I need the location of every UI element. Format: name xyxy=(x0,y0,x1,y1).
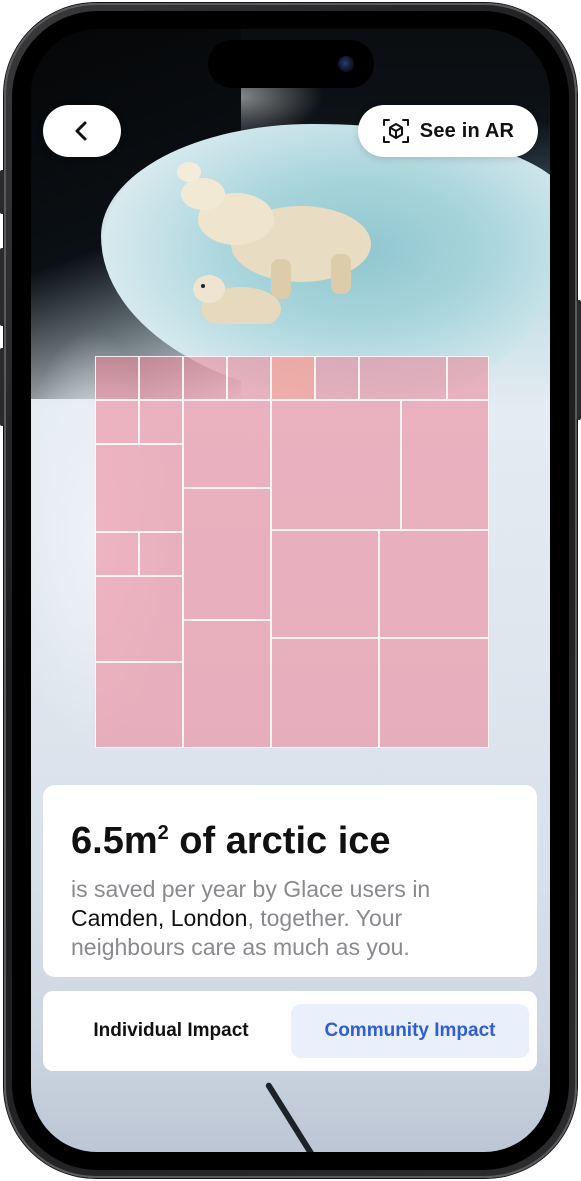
grid-cell xyxy=(271,530,379,638)
volume-up-button xyxy=(0,248,4,326)
grid-cell xyxy=(183,400,271,488)
grid-cell xyxy=(227,356,271,400)
grid-cell xyxy=(95,444,183,532)
grid-cell xyxy=(379,530,489,638)
power-button xyxy=(577,300,581,420)
dynamic-island xyxy=(208,40,374,88)
impact-desc-prefix: is saved per year by Glace users in xyxy=(71,876,431,902)
impact-info-card: 6.5m2 of arctic ice is saved per year by… xyxy=(43,785,537,977)
grid-cell xyxy=(315,356,359,400)
volume-down-button xyxy=(0,348,4,426)
ar-cube-icon xyxy=(382,119,409,143)
back-button[interactable] xyxy=(43,105,121,157)
chevron-left-icon xyxy=(75,121,87,141)
background-ice-crack xyxy=(264,1081,334,1152)
grid-cell xyxy=(183,488,271,620)
grid-cell xyxy=(271,400,401,530)
grid-cell xyxy=(139,532,183,576)
grid-cell xyxy=(95,532,139,576)
impact-description: is saved per year by Glace users in Camd… xyxy=(71,875,509,962)
app-screen: See in AR 6.5m2 of arctic ice is saved p… xyxy=(31,29,550,1152)
impact-headline-suffix: of arctic ice xyxy=(168,820,391,862)
ice-area-grid xyxy=(95,356,489,748)
grid-cell-highlighted xyxy=(271,356,315,400)
impact-headline: 6.5m2 of arctic ice xyxy=(71,811,509,863)
impact-amount: 6.5m xyxy=(71,820,158,862)
grid-cell xyxy=(401,400,489,530)
see-in-ar-button[interactable]: See in AR xyxy=(358,105,538,157)
grid-cell xyxy=(183,356,227,400)
grid-cell xyxy=(95,576,183,662)
grid-cell xyxy=(379,638,489,748)
grid-cell xyxy=(359,356,447,400)
grid-cell xyxy=(447,356,489,400)
grid-cell xyxy=(95,400,139,444)
silent-switch xyxy=(0,170,4,214)
grid-cell xyxy=(95,662,183,748)
grid-cell xyxy=(183,620,271,748)
polar-bears-photo xyxy=(177,162,371,324)
grid-cell xyxy=(95,356,139,400)
tab-community-impact[interactable]: Community Impact xyxy=(291,1004,529,1058)
grid-cell xyxy=(139,356,183,400)
impact-location: Camden, London xyxy=(71,905,248,931)
grid-cell xyxy=(139,400,183,444)
impact-tab-bar: Individual Impact Community Impact xyxy=(43,991,537,1071)
impact-unit-superscript: 2 xyxy=(157,822,169,844)
grid-cell xyxy=(271,638,379,748)
tab-individual-impact[interactable]: Individual Impact xyxy=(51,1004,291,1058)
front-camera xyxy=(338,56,354,72)
see-in-ar-label: See in AR xyxy=(419,119,515,142)
